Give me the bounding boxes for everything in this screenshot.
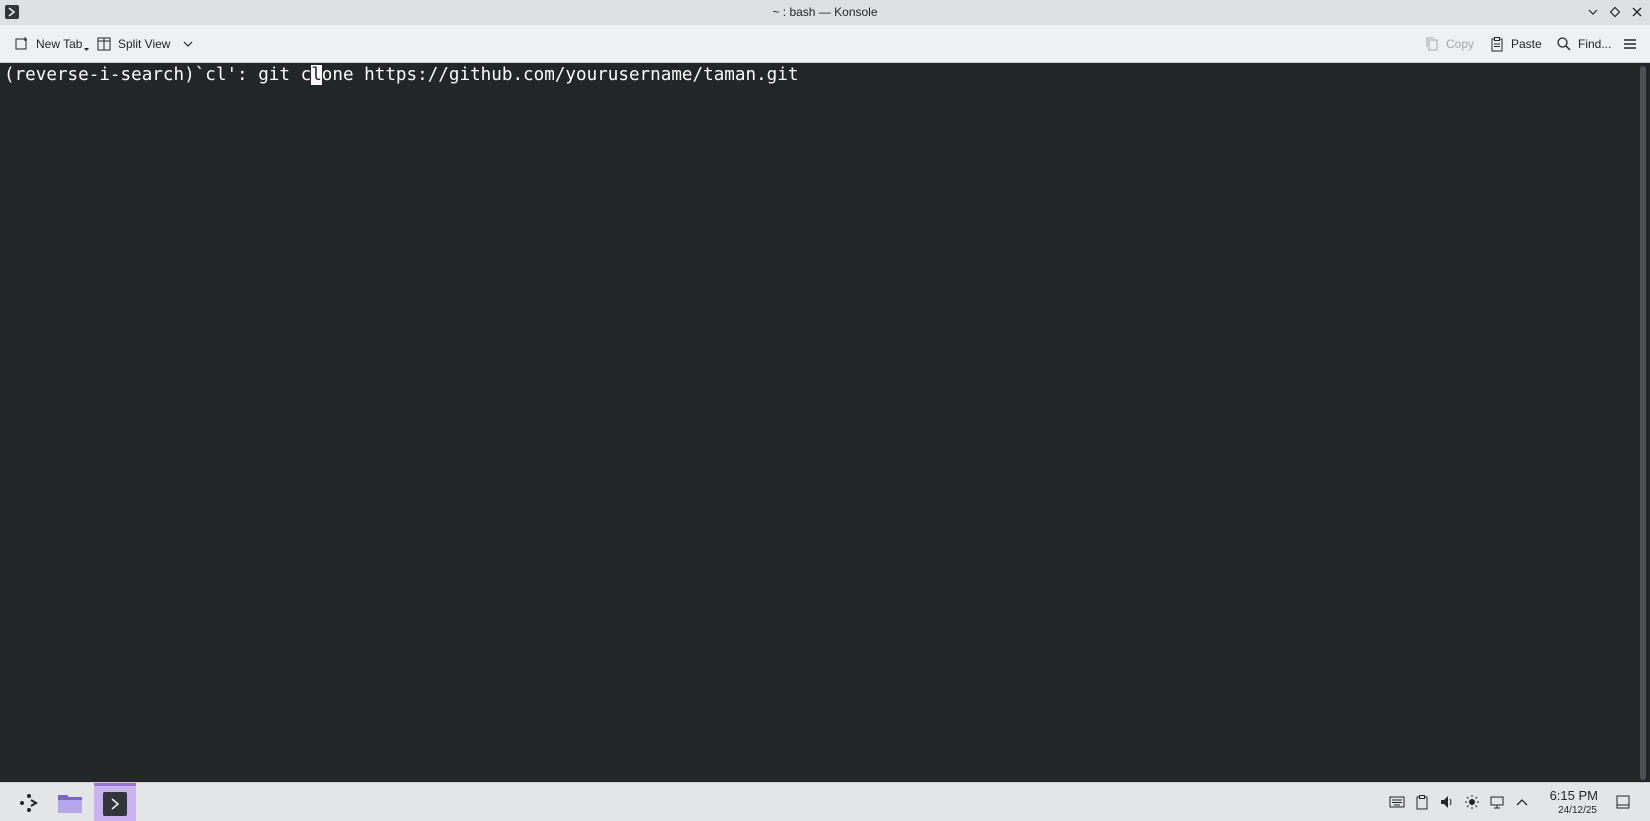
minimize-icon[interactable]	[1584, 3, 1602, 21]
network-icon[interactable]	[1488, 793, 1506, 811]
paste-label: Paste	[1511, 37, 1542, 51]
paste-icon	[1491, 37, 1503, 52]
terminal-text-prefix: (reverse-i-search)`cl': git c	[4, 65, 312, 85]
terminal-view[interactable]: (reverse-i-search)`cl': git clone https:…	[0, 64, 1650, 782]
clock-date[interactable]: 24/12/25	[1558, 805, 1597, 816]
konsole-icon	[103, 792, 127, 816]
copy-icon	[1426, 37, 1438, 51]
toolbar: New Tab Split View Copy Paste Find...	[0, 25, 1650, 63]
clock-time[interactable]: 6:15 PM	[1550, 788, 1598, 803]
show-desktop-icon[interactable]	[1614, 793, 1632, 811]
title-bar: ~ : bash — Konsole	[0, 0, 1650, 25]
chevron-down-icon[interactable]	[182, 38, 194, 50]
taskbar: 6:15 PM 24/12/25	[0, 782, 1650, 821]
konsole-task[interactable]	[94, 783, 136, 821]
hamburger-menu-icon	[1624, 39, 1636, 49]
new-tab-label: New Tab	[36, 37, 83, 51]
hamburger-menu-button[interactable]	[1622, 31, 1638, 57]
search-icon	[1557, 37, 1571, 51]
terminal-line: (reverse-i-search)`cl': git clone https:…	[4, 64, 798, 86]
split-view-button[interactable]: Split View	[96, 31, 194, 57]
keyboard-layout-icon[interactable]	[1388, 793, 1406, 811]
terminal-scrollbar[interactable]	[1640, 66, 1646, 780]
paste-button[interactable]: Paste	[1489, 31, 1542, 57]
window-title: ~ : bash — Konsole	[772, 5, 878, 19]
copy-label: Copy	[1446, 37, 1475, 51]
file-manager-task[interactable]	[52, 783, 88, 821]
find-label: Find...	[1578, 37, 1612, 51]
terminal-text-suffix: one https://github.com/yourusername/tama…	[321, 65, 799, 85]
application-launcher-button[interactable]	[14, 783, 44, 821]
close-icon[interactable]	[1628, 3, 1646, 21]
split-view-icon	[97, 37, 111, 51]
maximize-icon[interactable]	[1606, 3, 1624, 21]
find-button[interactable]: Find...	[1556, 31, 1611, 57]
application-launcher-icon	[20, 793, 38, 812]
dropdown-indicator-icon	[84, 47, 90, 51]
split-view-label: Split View	[118, 37, 171, 51]
brightness-icon[interactable]	[1463, 793, 1481, 811]
window-controls	[1584, 3, 1646, 21]
chevron-up-icon[interactable]	[1513, 793, 1531, 811]
new-tab-icon	[15, 37, 27, 50]
file-manager-icon	[58, 794, 82, 813]
copy-button[interactable]: Copy	[1424, 31, 1474, 57]
volume-icon[interactable]	[1438, 793, 1456, 811]
terminal-cursor: l	[311, 65, 322, 85]
new-tab-button[interactable]: New Tab	[14, 31, 90, 57]
clipboard-icon[interactable]	[1413, 793, 1431, 811]
